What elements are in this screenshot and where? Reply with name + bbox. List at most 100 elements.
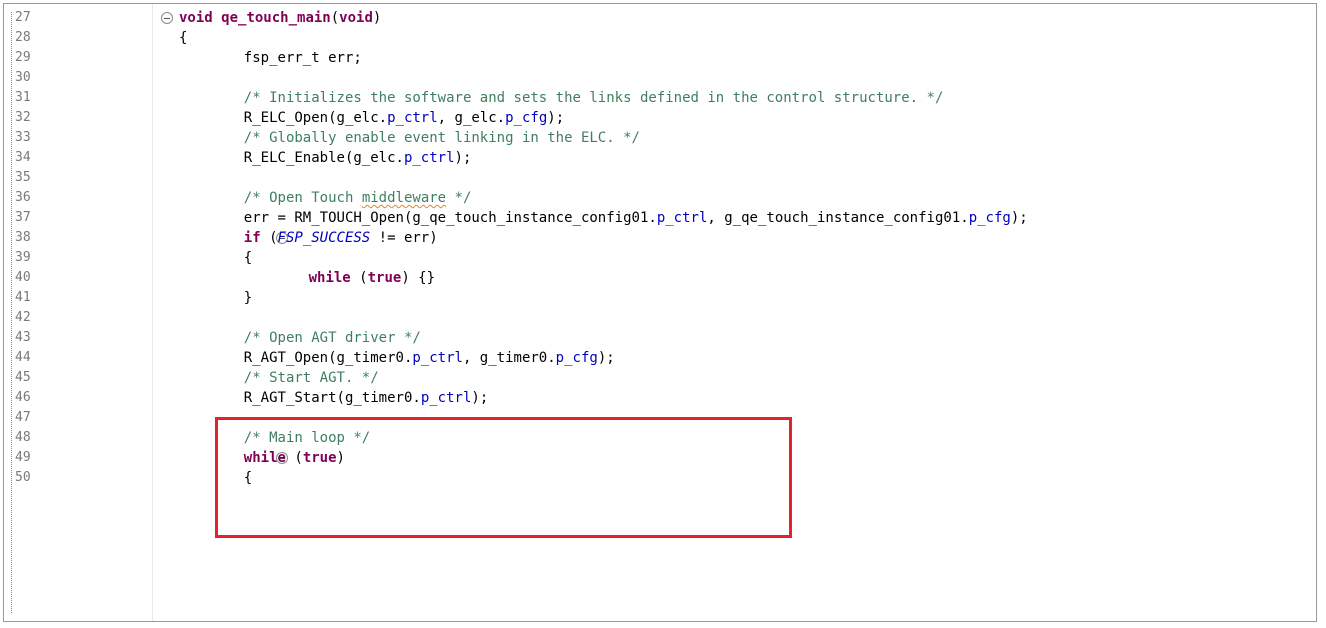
- code-text[interactable]: /* Open Touch middleware */: [244, 188, 472, 208]
- line-number: 43: [15, 330, 31, 345]
- code-line-29[interactable]: 29 fsp_err_t err;: [4, 48, 1316, 68]
- code-token: qe_touch_main: [221, 10, 331, 26]
- code-line-44[interactable]: 44 R_AGT_Open(g_timer0.p_ctrl, g_timer0.p…: [4, 348, 1316, 368]
- code-token: p_ctrl: [420, 390, 472, 406]
- line-number: 37: [15, 210, 31, 225]
- code-token: middleware: [361, 190, 447, 206]
- code-line-31[interactable]: 31 /* Initializes the software and sets t…: [4, 88, 1316, 108]
- code-line-32[interactable]: 32 R_ELC_Open(g_elc.p_ctrl, g_elc.p_cfg);: [4, 108, 1316, 128]
- code-token: (: [260, 230, 278, 246]
- code-token: while: [308, 270, 351, 286]
- line-number: 40: [15, 270, 31, 285]
- code-token: /* Globally enable event linking in the …: [243, 130, 640, 146]
- code-text[interactable]: if (FSP_SUCCESS != err): [244, 228, 438, 248]
- code-line-47[interactable]: 47: [4, 408, 1316, 428]
- line-number: 29: [15, 50, 31, 65]
- code-token: */: [446, 190, 472, 206]
- code-line-35[interactable]: 35: [4, 168, 1316, 188]
- code-text[interactable]: while (true): [244, 448, 345, 468]
- code-text[interactable]: /* Open AGT driver */: [244, 328, 421, 348]
- code-text[interactable]: {: [244, 468, 252, 488]
- code-line-28[interactable]: 28 {: [4, 28, 1316, 48]
- code-line-41[interactable]: 41}: [4, 288, 1316, 308]
- code-token: p_cfg: [505, 110, 548, 126]
- code-token: p_ctrl: [387, 110, 438, 126]
- code-text[interactable]: /* Start AGT. */: [244, 368, 379, 388]
- line-number: 38: [15, 230, 31, 245]
- line-number: 30: [15, 70, 31, 85]
- code-text[interactable]: /* Globally enable event linking in the …: [244, 128, 640, 148]
- line-number: 49: [15, 450, 31, 465]
- code-token: R_AGT_Open(g_timer0.: [243, 350, 413, 366]
- code-text[interactable]: }: [244, 288, 252, 308]
- code-text[interactable]: R_ELC_Enable(g_elc.p_ctrl);: [244, 148, 472, 168]
- code-text[interactable]: /* Main loop */: [244, 428, 370, 448]
- code-token: , g_timer0.: [462, 350, 556, 366]
- code-text[interactable]: err = RM_TOUCH_Open(g_qe_touch_instance_…: [244, 208, 1028, 228]
- code-token: );: [597, 350, 615, 366]
- code-text[interactable]: R_AGT_Start(g_timer0.p_ctrl);: [244, 388, 488, 408]
- line-number: 31: [15, 90, 31, 105]
- code-token: FSP_SUCCESS: [277, 230, 371, 246]
- code-line-45[interactable]: 45 /* Start AGT. */: [4, 368, 1316, 388]
- line-number: 36: [15, 190, 31, 205]
- code-line-38[interactable]: 38 if (FSP_SUCCESS != err): [4, 228, 1316, 248]
- line-number: 33: [15, 130, 31, 145]
- code-token: (: [285, 450, 303, 466]
- code-token: p_cfg: [555, 350, 598, 366]
- code-line-37[interactable]: 37 err = RM_TOUCH_Open(g_qe_touch_instanc…: [4, 208, 1316, 228]
- code-token: p_cfg: [968, 210, 1011, 226]
- code-token: /* Main loop */: [243, 430, 371, 446]
- code-text[interactable]: fsp_err_t err;: [244, 48, 362, 68]
- code-line-36[interactable]: 36 /* Open Touch middleware */: [4, 188, 1316, 208]
- code-text[interactable]: R_ELC_Open(g_elc.p_ctrl, g_elc.p_cfg);: [244, 108, 564, 128]
- line-number: 39: [15, 250, 31, 265]
- code-token: while: [243, 450, 286, 466]
- code-editor[interactable]: 27 void qe_touch_main(void) 28{ 29 fsp_err_t…: [3, 3, 1317, 622]
- line-number: 44: [15, 350, 31, 365]
- code-token: ) {}: [401, 270, 436, 286]
- code-token: , g_qe_touch_instance_config01.: [707, 210, 969, 226]
- collapse-fold-icon[interactable]: [161, 12, 173, 24]
- code-line-46[interactable]: 46 R_AGT_Start(g_timer0.p_ctrl);: [4, 388, 1316, 408]
- code-token: R_ELC_Open(g_elc.: [243, 110, 388, 126]
- code-token: true: [367, 270, 402, 286]
- code-line-40[interactable]: 40 while (true) {}: [4, 268, 1316, 288]
- line-number: 27: [15, 10, 31, 25]
- code-token: ): [372, 10, 382, 26]
- code-token: R_ELC_Enable(g_elc.: [243, 150, 404, 166]
- code-token: /* Initializes the software and sets the…: [243, 90, 944, 106]
- code-line-43[interactable]: 43 /* Open AGT driver */: [4, 328, 1316, 348]
- code-token: p_ctrl: [656, 210, 708, 226]
- code-token: R_AGT_Start(g_timer0.: [243, 390, 421, 406]
- code-token: true: [302, 450, 337, 466]
- line-number: 35: [15, 170, 31, 185]
- code-token: /* Open AGT driver */: [243, 330, 421, 346]
- code-text[interactable]: /* Initializes the software and sets the…: [244, 88, 944, 108]
- code-line-42[interactable]: 42: [4, 308, 1316, 328]
- code-token: );: [454, 150, 472, 166]
- code-lines: 27 void qe_touch_main(void) 28{ 29 fsp_err_t…: [4, 8, 1316, 488]
- code-line-48[interactable]: 48 /* Main loop */: [4, 428, 1316, 448]
- code-line-30[interactable]: 30: [4, 68, 1316, 88]
- code-line-39[interactable]: 39 {: [4, 248, 1316, 268]
- line-number: 50: [15, 470, 31, 485]
- code-line-33[interactable]: 33 /* Globally enable event linking in th…: [4, 128, 1316, 148]
- code-token: (: [330, 10, 340, 26]
- code-text[interactable]: R_AGT_Open(g_timer0.p_ctrl, g_timer0.p_c…: [244, 348, 615, 368]
- code-text[interactable]: {: [244, 248, 252, 268]
- line-number: 46: [15, 390, 31, 405]
- code-text[interactable]: while (true) {}: [309, 268, 435, 288]
- code-text[interactable]: void qe_touch_main(void): [179, 8, 381, 28]
- code-line-49[interactable]: 49 while (true): [4, 448, 1316, 468]
- code-line-50[interactable]: 50 {: [4, 468, 1316, 488]
- code-token: {: [243, 470, 253, 486]
- code-line-27[interactable]: 27 void qe_touch_main(void): [4, 8, 1316, 28]
- code-text[interactable]: {: [179, 28, 187, 48]
- code-token: );: [471, 390, 489, 406]
- code-line-34[interactable]: 34 R_ELC_Enable(g_elc.p_ctrl);: [4, 148, 1316, 168]
- code-token: ): [336, 450, 345, 466]
- line-number: 47: [15, 410, 31, 425]
- code-token: if: [243, 230, 261, 246]
